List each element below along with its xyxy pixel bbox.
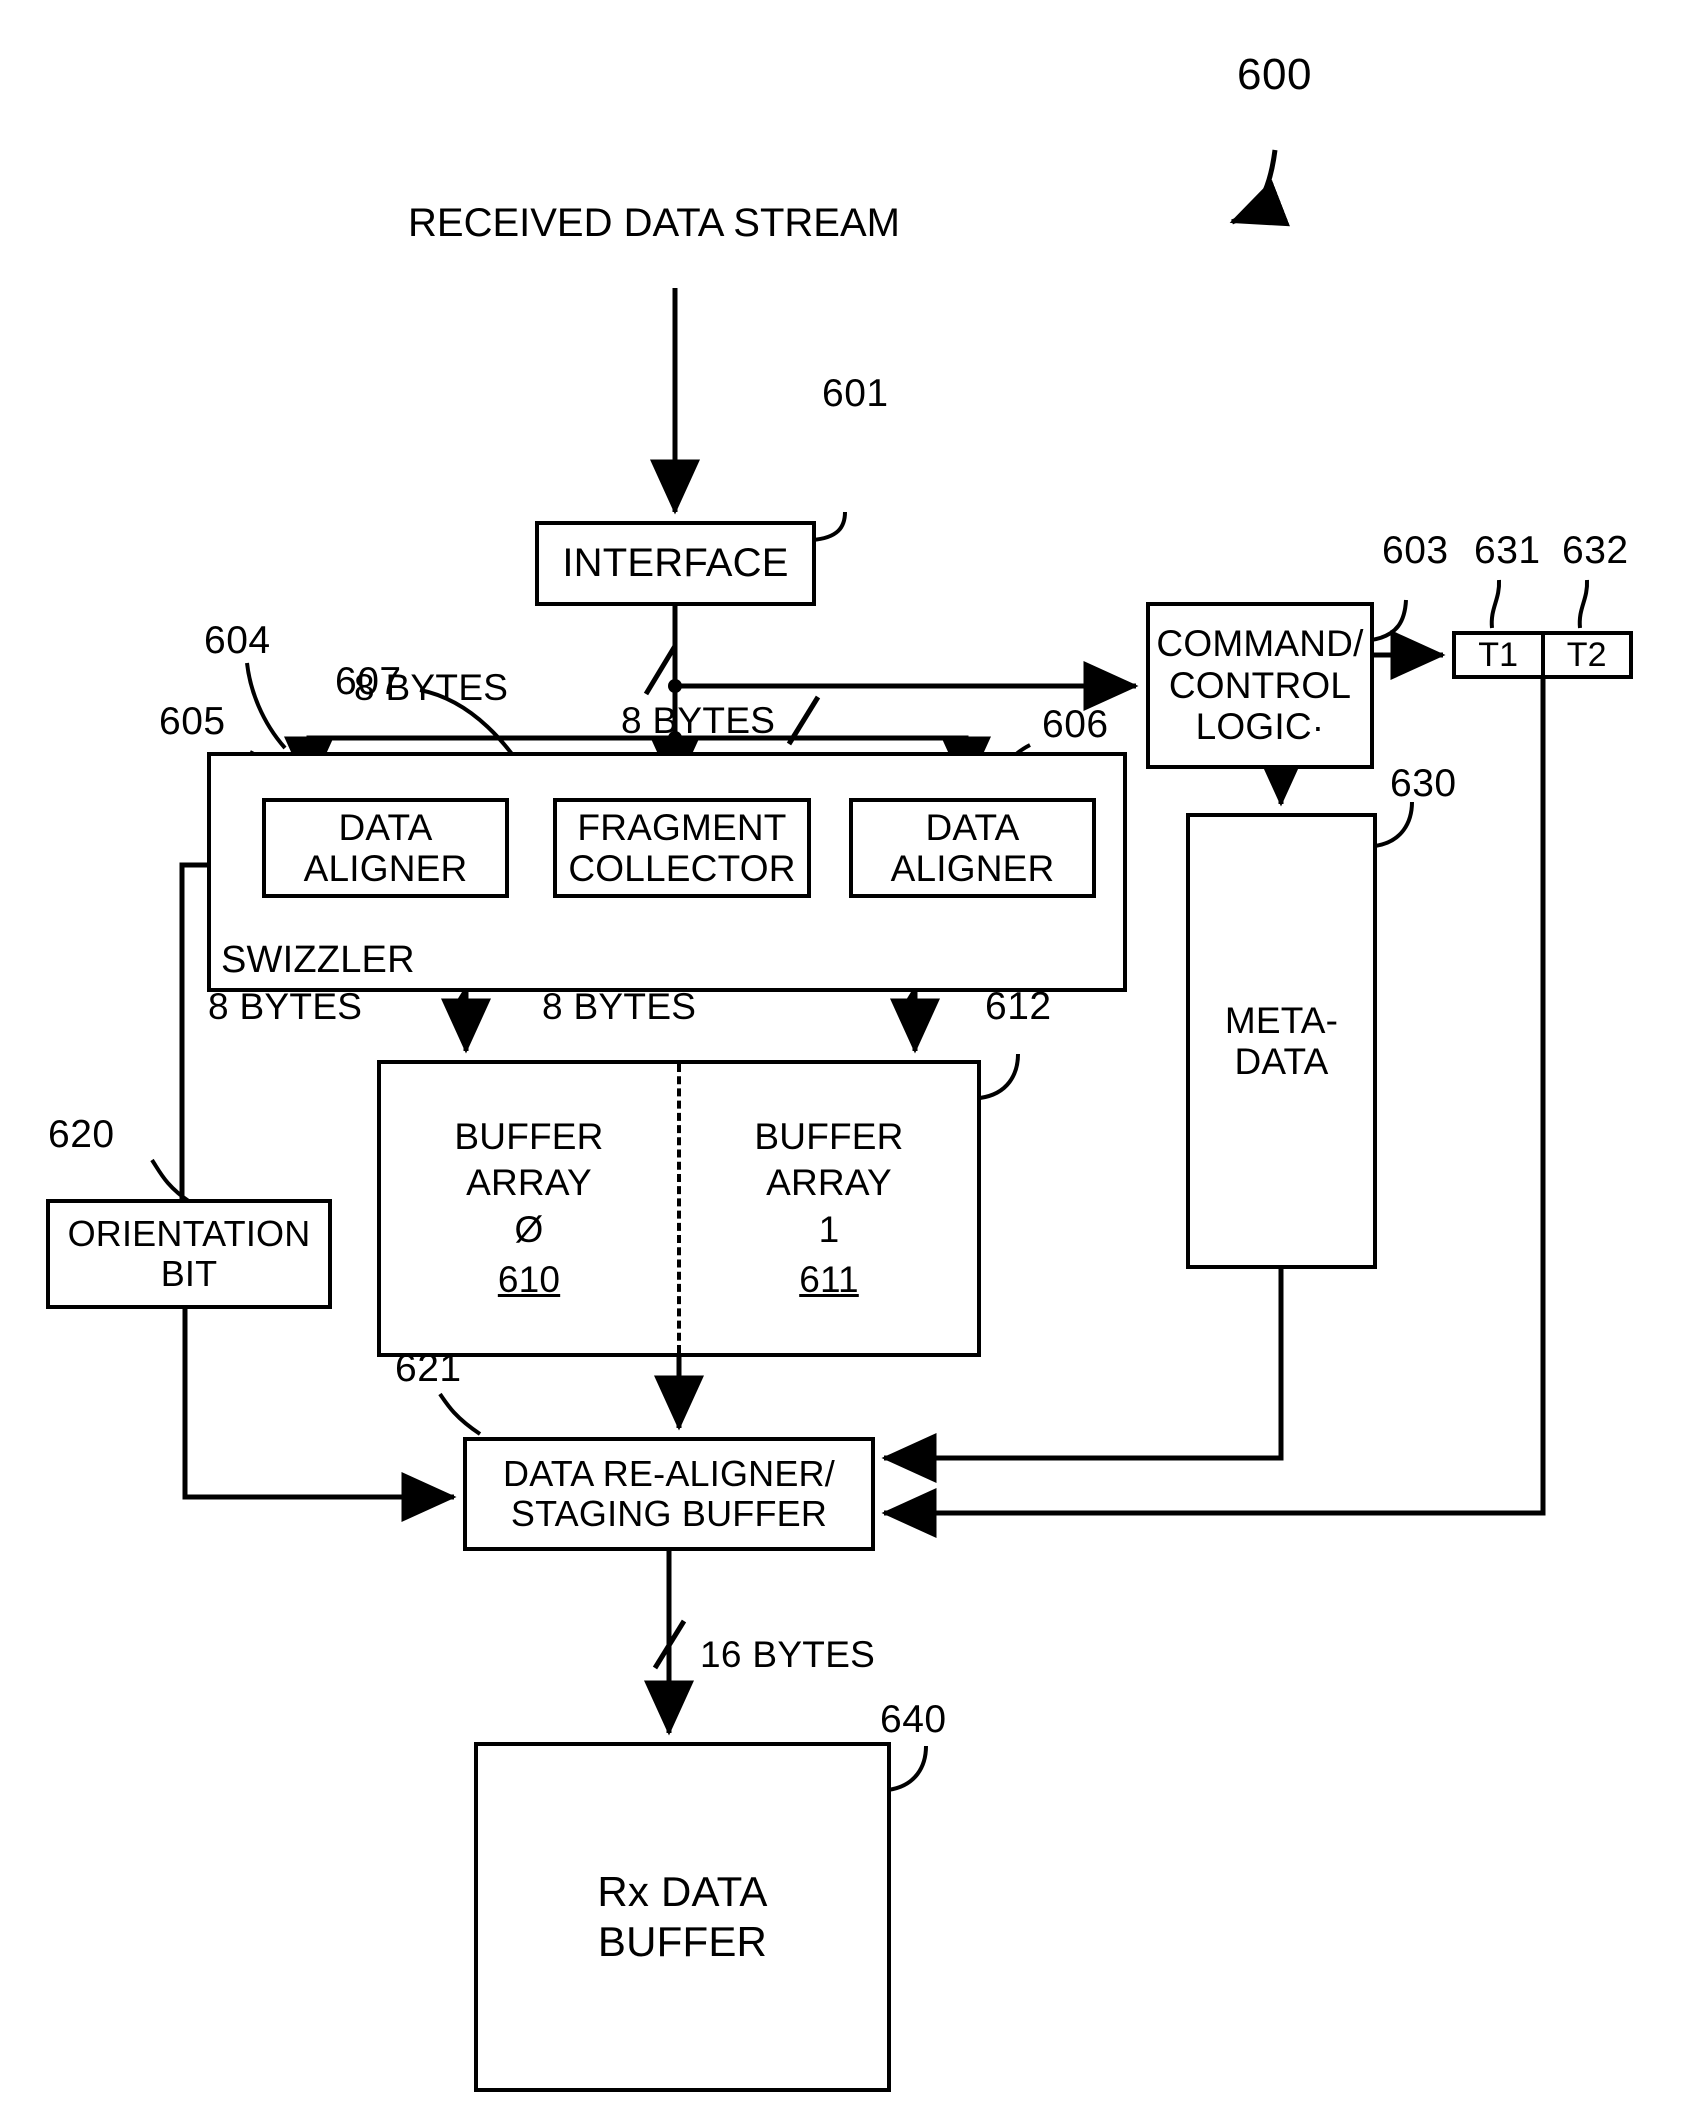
data-realigner-staging-buffer-block: DATA RE-ALIGNER/ STAGING BUFFER xyxy=(463,1437,875,1551)
buffer-array-1-line-1: BUFFER xyxy=(754,1116,904,1157)
interface-label: INTERFACE xyxy=(562,541,789,586)
rx-data-buffer-line-2: BUFFER xyxy=(597,1918,768,1965)
tag-cell-t1: T1 xyxy=(1478,635,1519,674)
leader-632 xyxy=(1577,579,1590,629)
figure-reference-600: 600 xyxy=(1237,50,1312,99)
orientation-bit-line-1: ORIENTATION xyxy=(67,1212,311,1254)
wire-swizzler-to-orientation-bit xyxy=(179,862,207,1199)
reference-640: 640 xyxy=(880,1698,947,1741)
buffer-array-1-ref: 611 xyxy=(799,1258,859,1300)
data-aligner-right-block: DATA ALIGNER xyxy=(849,798,1096,898)
rx-data-buffer-block: Rx DATA BUFFER xyxy=(474,1742,891,2092)
rx-data-buffer-line-1: Rx DATA xyxy=(597,1867,768,1915)
fragment-collector-block: FRAGMENT COLLECTOR xyxy=(553,798,811,898)
orientation-bit-line-2: BIT xyxy=(160,1253,218,1294)
buffer-array-0-index: Ø xyxy=(514,1208,544,1250)
buffer-array-1-line-2: ARRAY xyxy=(766,1162,892,1204)
realigner-line-1: DATA RE-ALIGNER/ xyxy=(503,1452,835,1494)
buffer-array-1-index: 1 xyxy=(818,1208,840,1250)
reference-630: 630 xyxy=(1390,762,1457,805)
realigner-line-2: STAGING BUFFER xyxy=(510,1493,828,1534)
interface-block: INTERFACE xyxy=(535,521,816,606)
leader-631 xyxy=(1489,579,1502,629)
reference-606: 606 xyxy=(1042,703,1109,746)
buffer-array-0: BUFFER ARRAY Ø 610 xyxy=(381,1064,677,1353)
bus-label-16bytes: 16 BYTES xyxy=(700,1634,876,1675)
metadata-line-2: DATA xyxy=(1234,1041,1329,1082)
received-data-stream-line-1: RECEIVED xyxy=(408,201,613,245)
data-aligner-right-line-1: DATA xyxy=(925,806,1020,848)
orientation-bit-block: ORIENTATION BIT xyxy=(46,1199,332,1309)
leader-601 xyxy=(811,511,847,542)
cmdctl-line-1: COMMAND/ xyxy=(1156,623,1364,665)
swizzler-label: SWIZZLER xyxy=(221,939,415,982)
reference-605: 605 xyxy=(159,700,226,743)
data-aligner-right-line-2: ALIGNER xyxy=(890,848,1055,889)
received-data-stream-label: RECEIVED DATA STREAM xyxy=(408,201,900,247)
cmdctl-line-2: CONTROL xyxy=(1168,664,1352,706)
leader-600 xyxy=(1229,149,1290,227)
leader-603 xyxy=(1370,599,1408,642)
bus-label-8bytes-2: 8 BYTES xyxy=(621,700,776,741)
received-data-stream-line-2: DATA STREAM xyxy=(623,201,900,245)
bus-label-8bytes-1: 8 BYTES xyxy=(354,667,509,708)
tag-table-block: T1 T2 xyxy=(1452,631,1633,679)
reference-603: 603 xyxy=(1382,529,1449,572)
command-control-logic-block: COMMAND/ CONTROL LOGIC· xyxy=(1146,602,1374,769)
fragment-collector-line-1: FRAGMENT xyxy=(577,806,787,848)
fragment-collector-line-2: COLLECTOR xyxy=(568,848,796,889)
data-aligner-left-block: DATA ALIGNER xyxy=(262,798,509,898)
reference-621: 621 xyxy=(395,1347,462,1390)
leader-621 xyxy=(438,1392,482,1436)
buffer-array-group-block: BUFFER ARRAY Ø 610 BUFFER ARRAY 1 611 xyxy=(377,1060,981,1357)
reference-612: 612 xyxy=(985,985,1052,1028)
metadata-block: META- DATA xyxy=(1186,813,1377,1269)
patent-figure-600: 600 RECEIVED DATA STREAM INTERFACE 601 C… xyxy=(0,0,1683,2106)
reference-620: 620 xyxy=(48,1113,115,1156)
buffer-array-0-line-1: BUFFER xyxy=(454,1116,604,1157)
data-aligner-left-line-2: ALIGNER xyxy=(303,848,468,889)
leader-640 xyxy=(887,1745,928,1792)
leader-604 xyxy=(245,662,287,750)
buffer-array-1: BUFFER ARRAY 1 611 xyxy=(677,1064,977,1353)
bus-label-8bytes-4: 8 BYTES xyxy=(542,986,697,1027)
metadata-line-1: META- xyxy=(1224,999,1339,1041)
bus-label-8bytes-3: 8 BYTES xyxy=(208,986,363,1027)
reference-631: 631 xyxy=(1474,529,1541,572)
reference-601: 601 xyxy=(822,372,889,415)
buffer-array-0-line-2: ARRAY xyxy=(466,1162,592,1204)
tag-cell-t2: T2 xyxy=(1540,635,1630,675)
data-aligner-left-line-1: DATA xyxy=(338,806,433,848)
buffer-array-0-ref: 610 xyxy=(497,1258,561,1300)
reference-632: 632 xyxy=(1562,529,1629,572)
leader-612 xyxy=(979,1053,1020,1100)
reference-604: 604 xyxy=(204,619,271,662)
leader-630 xyxy=(1374,801,1414,848)
cmdctl-line-3: LOGIC· xyxy=(1195,706,1325,748)
